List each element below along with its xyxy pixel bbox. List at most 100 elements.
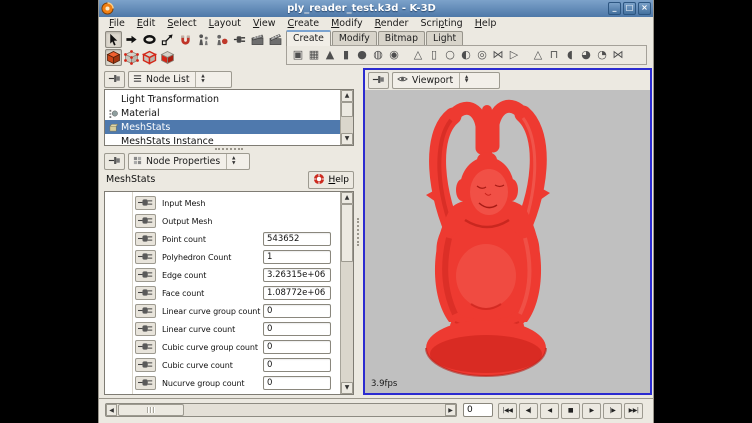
poly-cylinder-button[interactable]: ▮ xyxy=(338,47,354,63)
nurbs-torus-button[interactable]: ◔ xyxy=(594,47,610,63)
menu-render[interactable]: Render xyxy=(369,17,415,30)
scroll-up-icon[interactable]: ▲ xyxy=(341,90,353,102)
maximize-button[interactable]: □ xyxy=(623,2,636,15)
quad-hemisphere-button[interactable]: ◐ xyxy=(458,47,474,63)
poly-cube-button[interactable]: ▣ xyxy=(290,47,306,63)
node-properties-pin-button[interactable] xyxy=(104,153,125,170)
play-backward-button[interactable]: ◀| xyxy=(519,403,538,419)
slider-right-arrow-icon[interactable]: ▶ xyxy=(445,404,456,416)
node-list-selector[interactable]: Node List ▲▼ xyxy=(128,71,232,88)
property-value-field[interactable]: 0 xyxy=(263,376,331,390)
menu-file[interactable]: File xyxy=(103,17,131,30)
poly-torus-button[interactable]: ◉ xyxy=(386,47,402,63)
slider-left-arrow-icon[interactable]: ◀ xyxy=(106,404,117,416)
node-list-pin-button[interactable] xyxy=(104,71,125,88)
render-frame-button[interactable] xyxy=(267,31,284,48)
property-value-field[interactable]: 0 xyxy=(263,304,331,318)
time-slider-thumb[interactable] xyxy=(118,404,184,416)
property-value-field[interactable]: 1 xyxy=(263,250,331,264)
node-list-item[interactable]: MeshStats xyxy=(105,120,340,134)
poly-icosahedron-button[interactable]: ◍ xyxy=(370,47,386,63)
property-plug-button[interactable] xyxy=(135,358,156,372)
menu-select[interactable]: Select xyxy=(161,17,202,30)
play-button[interactable]: ▶ xyxy=(582,403,601,419)
scroll-up-icon[interactable]: ▲ xyxy=(341,192,353,204)
menu-layout[interactable]: Layout xyxy=(203,17,247,30)
quad-cone-button[interactable]: △ xyxy=(410,47,426,63)
property-plug-button[interactable] xyxy=(135,304,156,318)
property-plug-button[interactable] xyxy=(135,376,156,390)
frame-number-field[interactable]: 0 xyxy=(463,403,493,417)
tab-create[interactable]: Create xyxy=(286,30,331,46)
property-plug-button[interactable] xyxy=(135,232,156,246)
nurbs-sphere-button[interactable]: ◕ xyxy=(578,47,594,63)
step-forward-button[interactable]: |▶ xyxy=(603,403,622,419)
property-plug-button[interactable] xyxy=(135,322,156,336)
nurbs-circle-button[interactable]: ◖ xyxy=(562,47,578,63)
panel-splitter-vertical[interactable] xyxy=(356,68,363,396)
property-value-field[interactable]: 1.08772e+06 xyxy=(263,286,331,300)
nurbs-cone-button[interactable]: △ xyxy=(530,47,546,63)
move-tool[interactable] xyxy=(123,31,140,48)
quad-cylinder-button[interactable]: ▯ xyxy=(426,47,442,63)
menu-help[interactable]: Help xyxy=(469,17,503,30)
scrollbar-thumb[interactable] xyxy=(341,204,353,262)
step-backward-button[interactable]: ◀ xyxy=(540,403,559,419)
stop-button[interactable]: ■ xyxy=(561,403,580,419)
minimize-button[interactable]: _ xyxy=(608,2,621,15)
quad-hyperboloid-button[interactable]: ⋈ xyxy=(490,47,506,63)
node-properties-scrollbar[interactable]: ▲ ▼ xyxy=(340,192,353,394)
property-plug-button[interactable] xyxy=(135,196,156,210)
tab-bitmap[interactable]: Bitmap xyxy=(378,31,425,46)
go-to-start-button[interactable]: |◀◀ xyxy=(498,403,517,419)
menu-modify[interactable]: Modify xyxy=(325,17,369,30)
scroll-down-icon[interactable]: ▼ xyxy=(341,382,353,394)
parent-tool[interactable] xyxy=(195,31,212,48)
quad-sphere-button[interactable]: ○ xyxy=(442,47,458,63)
poly-grid-button[interactable]: ▦ xyxy=(306,47,322,63)
select-points-mode[interactable] xyxy=(123,49,140,66)
property-plug-button[interactable] xyxy=(135,340,156,354)
select-tool[interactable] xyxy=(105,31,122,48)
property-value-field[interactable]: 0 xyxy=(263,358,331,372)
titlebar[interactable]: ply_reader_test.k3d - K-3D _□× xyxy=(99,0,653,17)
quad-paraboloid-button[interactable]: ▷ xyxy=(506,47,522,63)
panel-splitter-horizontal[interactable] xyxy=(104,148,354,152)
disconnect-tool[interactable] xyxy=(231,31,248,48)
viewport-selector[interactable]: Viewport ▲▼ xyxy=(392,72,500,89)
poly-sphere-button[interactable]: ● xyxy=(354,47,370,63)
tab-light[interactable]: Light xyxy=(426,31,463,46)
property-plug-button[interactable] xyxy=(135,268,156,282)
property-value-field[interactable]: 543652 xyxy=(263,232,331,246)
menu-scripting[interactable]: Scripting xyxy=(414,17,468,30)
property-plug-button[interactable] xyxy=(135,214,156,228)
select-lines-mode[interactable] xyxy=(141,49,158,66)
scroll-down-icon[interactable]: ▼ xyxy=(341,133,353,145)
node-list-item[interactable]: MeshStats Instance xyxy=(105,134,340,146)
viewport-3d-canvas[interactable]: 3.9fps xyxy=(365,90,650,393)
render-preview-button[interactable] xyxy=(249,31,266,48)
property-value-field[interactable] xyxy=(263,394,331,396)
property-value-field[interactable]: 0 xyxy=(263,322,331,336)
property-plug-button[interactable] xyxy=(135,394,156,395)
property-plug-button[interactable] xyxy=(135,250,156,264)
close-button[interactable]: × xyxy=(638,2,651,15)
property-plug-button[interactable] xyxy=(135,286,156,300)
menu-view[interactable]: View xyxy=(247,17,282,30)
property-value-field[interactable]: 3.26315e+06 xyxy=(263,268,331,282)
node-properties-selector[interactable]: Node Properties ▲▼ xyxy=(128,153,250,170)
property-value-field[interactable]: 0 xyxy=(263,340,331,354)
select-faces-mode[interactable] xyxy=(159,49,176,66)
node-list-scrollbar[interactable]: ▲ ▼ xyxy=(340,90,353,145)
snap-tool[interactable] xyxy=(177,31,194,48)
menu-create[interactable]: Create xyxy=(282,17,326,30)
viewport-pin-button[interactable] xyxy=(368,72,389,89)
nurbs-hyperboloid-button[interactable]: ⋈ xyxy=(610,47,626,63)
quad-torus-button[interactable]: ◎ xyxy=(474,47,490,63)
select-nodes-mode[interactable] xyxy=(105,49,122,66)
help-button[interactable]: Help xyxy=(308,171,354,189)
go-to-end-button[interactable]: ▶▶| xyxy=(624,403,643,419)
menu-edit[interactable]: Edit xyxy=(131,17,161,30)
scale-tool[interactable] xyxy=(159,31,176,48)
nurbs-cylinder-button[interactable]: ⊓ xyxy=(546,47,562,63)
